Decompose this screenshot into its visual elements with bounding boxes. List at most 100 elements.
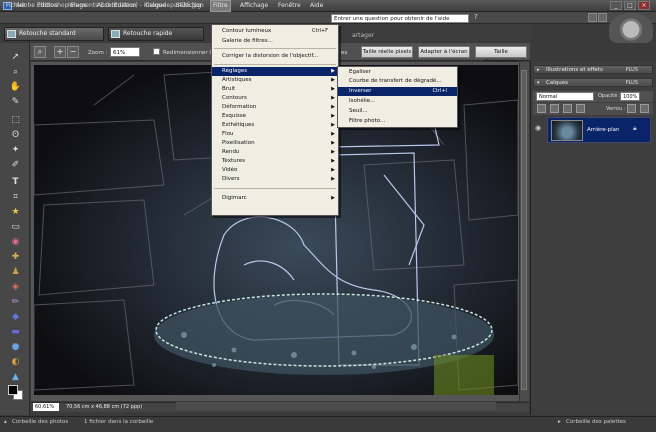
menu-item-textures[interactable]: Textures ▶ [212,157,338,166]
straighten-tool-icon[interactable]: ▭ [9,222,22,233]
eyedropper-icon[interactable]: ✎ [9,97,22,108]
menu-item-esthetiques[interactable]: Esthétiques ▶ [212,121,338,130]
menu-item-flou[interactable]: Flou ▶ [212,130,338,139]
submenu-item-isohelie[interactable]: Isohélie... [338,97,457,106]
menu-fenetre[interactable]: Fenêtre [278,2,301,9]
foreground-color-swatch[interactable] [8,385,18,395]
layer-thumbnail [551,120,583,141]
blur-tool-icon[interactable]: ◐ [9,357,22,368]
resize-label: Redimensionner le [163,50,215,56]
palette-bin-toggle-icon[interactable]: ▸ [558,419,561,425]
vertical-scroll-thumb[interactable] [521,70,527,390]
brush-tool-icon[interactable]: ✏ [9,297,22,308]
menu-item-reglages[interactable]: Réglages ▶ [212,67,338,76]
zoom-out-icon[interactable]: − [67,46,79,58]
help-icon[interactable]: ? [474,13,482,22]
menu-item-deformation[interactable]: Déformation ▶ [212,103,338,112]
submenu-item-egaliser[interactable]: Egaliser [338,68,457,77]
zoom-in-icon[interactable]: + [54,46,66,58]
print-size-button[interactable]: Taille d'impression [475,46,527,65]
menu-item-label: Esquisse [222,113,246,119]
layers-more-button[interactable]: PLUS [626,79,638,87]
visibility-eye-icon[interactable]: ◉ [535,124,545,132]
red-eye-icon[interactable]: ◉ [9,237,22,248]
shape-tool-icon[interactable]: ● [9,342,22,353]
menu-accentuation[interactable]: Accentuation [97,2,136,9]
menu-item-contours[interactable]: Contours ▶ [212,94,338,103]
opacity-input[interactable]: 100% [620,92,640,101]
menu-edition[interactable]: Edition [37,2,58,9]
menu-item-galerie-filtres[interactable]: Galerie de filtres... [212,37,338,46]
menu-selection[interactable]: Sélection [176,2,204,9]
menu-item-pixellisation[interactable]: Pixellisation ▶ [212,139,338,148]
move-tool-icon[interactable]: ➚ [9,52,22,63]
menu-bar [0,12,656,24]
menu-item-rendu[interactable]: Rendu ▶ [212,148,338,157]
selection-brush-icon[interactable]: ✐ [9,160,22,171]
tab-retouche-standard[interactable]: Retouche standard [4,27,104,41]
photo-bin-toggle-icon[interactable]: ▴ [4,419,7,425]
zoom-tool-icon[interactable]: ⌕ [34,46,46,58]
blend-mode-select[interactable]: Normal [536,92,594,101]
menu-item-bruit[interactable]: Bruit ▶ [212,85,338,94]
menu-fichier[interactable]: Fichier [6,2,26,9]
submenu-item-courbe-transfert[interactable]: Courbe de transfert de dégradé... [338,77,457,86]
submenu-item-inverser[interactable]: Inverser Ctrl+I [338,87,457,96]
fit-screen-button[interactable]: Adapter à l'écran [418,46,470,58]
menu-item-esquisse[interactable]: Esquisse ▶ [212,112,338,121]
clone-stamp-icon[interactable]: ♟ [9,267,22,278]
horizontal-scrollbar[interactable] [176,402,496,410]
hand-tool-icon[interactable]: ✋ [9,82,22,93]
zoom-tool-icon[interactable]: ⌕ [9,67,22,78]
menu-calque[interactable]: Calque [145,2,166,9]
help-search-input[interactable]: Entrer une question pour obtenir de l'ai… [331,14,469,23]
menu-item-artistiques[interactable]: Artistiques ▶ [212,76,338,85]
submenu-item-filtre-photo[interactable]: Filtre photo... [338,117,457,126]
menu-item-contour-lumineux[interactable]: Contour lumineux Ctrl+F [212,27,338,36]
gradient-tool-icon[interactable]: ▬ [9,327,22,338]
delete-layer-icon[interactable] [563,104,572,113]
magic-wand-icon[interactable]: ✦ [9,145,22,156]
sponge-tool-icon[interactable]: ▲ [9,372,22,383]
lock-all-icon[interactable] [640,104,649,113]
cookie-cutter-icon[interactable]: ★ [9,207,22,218]
close-button[interactable]: × [638,1,650,10]
window-tile-icon[interactable] [588,13,597,22]
submenu-item-seuil[interactable]: Seuil... [338,107,457,116]
paint-bucket-icon[interactable]: ◆ [9,312,22,323]
maximize-button[interactable]: □ [624,1,636,10]
minimize-button[interactable]: _ [610,1,622,10]
actual-pixels-button[interactable]: Taille réelle pixels [361,46,413,58]
effects-panel-header[interactable]: ▸ Illustrations et effets PLUS [533,65,653,74]
photo-bin-label[interactable]: Corbeille des photos [12,419,68,425]
text-tool-icon[interactable]: T [9,177,22,188]
eraser-icon[interactable]: ◈ [9,282,22,293]
menu-image[interactable]: Image [68,2,87,9]
effects-more-button[interactable]: PLUS [626,66,638,74]
menu-item-digimarc[interactable]: Digimarc ▶ [212,194,338,203]
lasso-tool-icon[interactable]: ʘ [9,130,22,141]
palette-bin-label[interactable]: Corbeille des palettes [566,419,626,425]
marquee-tool-icon[interactable]: ⬚ [9,115,22,126]
menu-filtre[interactable]: Filtre [210,0,231,12]
menu-item-divers[interactable]: Divers ▶ [212,175,338,184]
resize-windows-checkbox[interactable] [153,48,160,55]
menu-item-corriger-distorsion[interactable]: Corriger la distorsion de l'objectif... [212,52,338,61]
status-zoom-input[interactable]: 60,61% [33,403,59,411]
tab-retouche-rapide[interactable]: Retouche rapide [108,27,204,41]
link-layer-icon[interactable] [576,104,585,113]
menu-item-video[interactable]: Vidéo ▶ [212,166,338,175]
menu-item-label: Digimarc [222,195,247,201]
crop-tool-icon[interactable]: ⌗ [9,192,22,203]
layers-panel-header[interactable]: ▾ Calques PLUS [533,78,653,87]
new-layer-icon[interactable] [537,104,546,113]
adjustment-layer-icon[interactable] [550,104,559,113]
submenu-arrow-icon: ▶ [331,68,335,74]
partager-tab-label[interactable]: artager [352,32,374,39]
healing-brush-icon[interactable]: ✚ [9,252,22,263]
menu-aide[interactable]: Aide [310,2,323,9]
menu-affichage[interactable]: Affichage [240,2,268,9]
zoom-input[interactable]: 61% [110,47,140,57]
window-cascade-icon[interactable] [598,13,607,22]
lock-transparency-icon[interactable] [627,104,636,113]
